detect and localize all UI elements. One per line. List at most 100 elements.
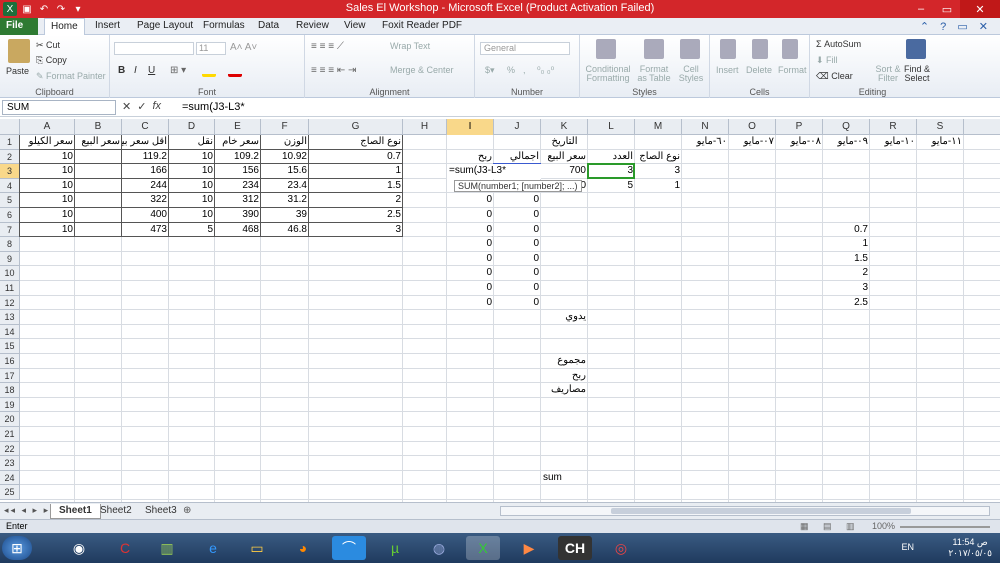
format-cells-button[interactable]: Format (778, 65, 807, 75)
column-header-l[interactable]: L (588, 119, 635, 135)
format-painter-button[interactable]: ✎ Format Painter (36, 71, 106, 82)
tab-page-layout[interactable]: Page Layout (131, 18, 199, 35)
excel-taskbar-icon[interactable]: X (466, 536, 500, 560)
name-box[interactable]: SUM (2, 100, 116, 115)
row-header-23[interactable]: 23 (0, 456, 20, 471)
column-header-p[interactable]: P (776, 119, 823, 135)
camtasia-icon[interactable]: CH (558, 536, 592, 560)
row-header-24[interactable]: 24 (0, 470, 20, 486)
fill-button[interactable]: ⬇ Fill (816, 55, 838, 66)
comma-button[interactable]: , (523, 65, 526, 75)
tab-review[interactable]: Review (290, 18, 335, 35)
row-header-8[interactable]: 8 (0, 237, 20, 252)
formula-input[interactable]: =sum(J3-L3* (178, 100, 998, 115)
view-buttons-icon[interactable]: ▦ ▤ ▥ (800, 521, 861, 532)
cell-styles-button[interactable]: Cell Styles (675, 65, 707, 83)
decimal-icon[interactable]: ⁰₀ ₀⁰ (537, 65, 554, 76)
row-header-16[interactable]: 16 (0, 354, 20, 369)
select-all-corner[interactable] (0, 119, 20, 135)
cut-button[interactable]: ✂ Cut (36, 40, 60, 51)
row-header-19[interactable]: 19 (0, 397, 20, 413)
insert-cells-button[interactable]: Insert (716, 65, 739, 75)
tab-foxit[interactable]: Foxit Reader PDF (376, 18, 468, 35)
sheet-nav-icons[interactable]: ◂◂ ◂ ▸ ▸▸ (4, 505, 57, 516)
row-header-3[interactable]: 3 (0, 164, 20, 179)
close-button[interactable]: ✕ (960, 0, 1000, 18)
tab-view[interactable]: View (338, 18, 372, 35)
clock[interactable]: 11:54 ص ٢٠١٧/٠٥/٠٥ (948, 537, 992, 559)
font-name-box[interactable] (114, 42, 194, 55)
row-header-2[interactable]: 2 (0, 149, 20, 165)
column-header-k[interactable]: K (541, 119, 588, 135)
utorrent-icon[interactable]: µ (378, 536, 412, 560)
row-header-9[interactable]: 9 (0, 251, 20, 267)
row-header-6[interactable]: 6 (0, 208, 20, 223)
column-header-c[interactable]: C (122, 119, 169, 135)
column-header-h[interactable]: H (403, 119, 447, 135)
chrome-icon[interactable]: ◎ (604, 536, 638, 560)
minimize-button[interactable]: – (908, 0, 934, 18)
ie-icon[interactable]: e (196, 536, 230, 560)
underline-button[interactable]: U (148, 65, 155, 76)
row-header-12[interactable]: 12 (0, 295, 20, 311)
column-header-m[interactable]: M (635, 119, 682, 135)
app2-icon[interactable]: ◍ (422, 536, 456, 560)
media-icon[interactable]: ▶ (512, 536, 546, 560)
cancel-icon[interactable]: ✕ (122, 100, 131, 115)
font-size-box[interactable]: 11 (196, 42, 226, 55)
scrollbar-thumb[interactable] (611, 508, 911, 514)
tab-file[interactable]: File (0, 18, 38, 35)
align-left-icons[interactable]: ≡ ≡ ≡ ⇤ ⇥ (311, 65, 356, 76)
row-header-21[interactable]: 21 (0, 427, 20, 442)
row-header-11[interactable]: 11 (0, 281, 20, 296)
currency-icon[interactable]: $▾ (485, 65, 495, 76)
align-top-icons[interactable]: ≡ ≡ ≡ ⟋ (311, 41, 344, 52)
column-header-o[interactable]: O (729, 119, 776, 135)
help-icon[interactable]: ⌃ ? ▭ ✕ (920, 20, 992, 33)
column-header-e[interactable]: E (215, 119, 261, 135)
row-header-20[interactable]: 20 (0, 412, 20, 427)
row-header-17[interactable]: 17 (0, 368, 20, 384)
column-header-s[interactable]: S (917, 119, 964, 135)
row-header-18[interactable]: 18 (0, 383, 20, 398)
column-header-d[interactable]: D (169, 119, 215, 135)
italic-button[interactable]: I (134, 65, 137, 76)
font-color-icon[interactable] (228, 65, 242, 77)
column-header-r[interactable]: R (870, 119, 917, 135)
tab-data[interactable]: Data (252, 18, 285, 35)
column-header-g[interactable]: G (309, 119, 403, 135)
column-header-j[interactable]: J (494, 119, 541, 135)
tab-formulas[interactable]: Formulas (197, 18, 251, 35)
ccleaner-icon[interactable]: C (108, 536, 142, 560)
zoom-level[interactable]: 100% (872, 521, 895, 531)
row-header-5[interactable]: 5 (0, 193, 20, 208)
column-header-n[interactable]: N (682, 119, 729, 135)
percent-button[interactable]: % (507, 65, 515, 75)
delete-cells-button[interactable]: Delete (746, 65, 772, 75)
firefox-icon[interactable]: ◕ (286, 536, 320, 560)
clear-button[interactable]: ⌫ Clear (816, 71, 853, 82)
row-header-10[interactable]: 10 (0, 266, 20, 281)
autosum-button[interactable]: Σ AutoSum (816, 39, 861, 49)
insert-function-button[interactable]: fx (152, 100, 161, 115)
sort-filter-button[interactable]: Sort & Filter (874, 65, 902, 83)
zoom-slider[interactable] (900, 526, 990, 528)
active-cell-editor[interactable]: =sum(J3-L3* (447, 164, 541, 179)
row-header-1[interactable]: 1 (0, 135, 20, 150)
horizontal-scrollbar[interactable] (500, 506, 990, 516)
check-icon[interactable]: ✓ (137, 100, 146, 115)
copy-button[interactable]: ⎘ Copy (36, 55, 67, 66)
wrap-text-button[interactable]: Wrap Text (390, 41, 430, 51)
number-format-select[interactable]: General (480, 42, 570, 55)
merge-center-button[interactable]: Merge & Center (390, 65, 454, 75)
format-table-button[interactable]: Format as Table (635, 65, 673, 83)
row-header-25[interactable]: 25 (0, 485, 20, 500)
maximize-button[interactable]: ▭ (934, 0, 960, 18)
new-sheet-icon[interactable]: ⊕ (183, 505, 191, 516)
row-header-15[interactable]: 15 (0, 339, 20, 354)
worksheet-grid[interactable]: 1 2 3 4 5 6 7 8 9 10 11 12 13 14 15 16 17 18 19 20 21 22 23 24 2… (0, 135, 1000, 502)
column-header-a[interactable]: A (20, 119, 75, 135)
app-icon[interactable]: ▥ (150, 536, 184, 560)
fill-color-icon[interactable] (202, 65, 216, 77)
tab-home[interactable]: Home (44, 18, 85, 35)
